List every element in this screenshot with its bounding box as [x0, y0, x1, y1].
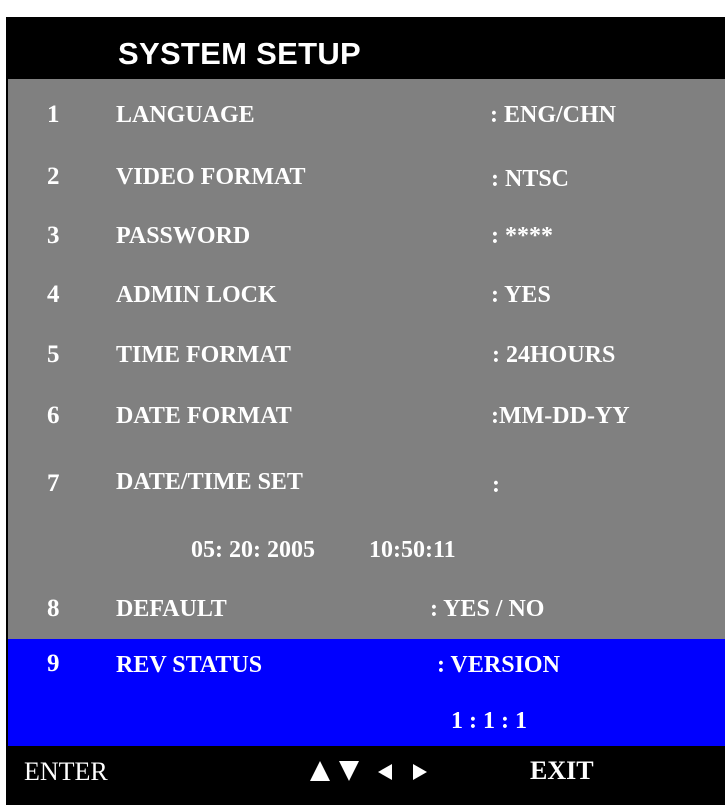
item-number: 4	[47, 281, 60, 308]
exit-button[interactable]: EXIT	[530, 756, 594, 786]
osd-screen: SYSTEM SETUP 1 LANGUAGE : ENG/CHN 2 VIDE…	[6, 17, 725, 805]
item-value: :	[492, 472, 500, 498]
item-value: : YES	[491, 282, 551, 308]
arrow-up-icon[interactable]	[309, 760, 331, 782]
item-number: 1	[47, 101, 60, 128]
item-number: 8	[47, 595, 60, 622]
item-label: VIDEO FORMAT	[116, 164, 306, 190]
item-value: : ENG/CHN	[490, 102, 616, 128]
item-number: 6	[47, 402, 60, 429]
version-value: 1 : 1 : 1	[451, 708, 527, 734]
item-label: REV STATUS	[116, 652, 263, 678]
item-label: PASSWORD	[116, 223, 251, 249]
item-value: : YES / NO	[430, 596, 545, 622]
item-value: : 24HOURS	[492, 342, 616, 368]
item-label: DEFAULT	[116, 596, 227, 622]
enter-button[interactable]: ENTER	[24, 757, 108, 787]
item-label: ADMIN LOCK	[116, 282, 277, 308]
item-number: 7	[47, 470, 60, 497]
date-value[interactable]: 05: 20: 2005	[191, 537, 315, 564]
item-value: :MM-DD-YY	[491, 403, 630, 429]
arrow-down-icon[interactable]	[338, 760, 360, 782]
item-number: 9	[47, 650, 60, 677]
item-label: TIME FORMAT	[116, 342, 291, 368]
time-value[interactable]: 10:50:11	[369, 537, 456, 564]
item-number: 2	[47, 163, 60, 190]
item-value: : ****	[491, 223, 553, 249]
item-value: : VERSION	[437, 652, 560, 678]
page-title: SYSTEM SETUP	[118, 36, 362, 71]
item-label: DATE FORMAT	[116, 403, 292, 429]
item-value: : NTSC	[491, 166, 570, 192]
item-number: 3	[47, 222, 60, 249]
item-number: 5	[47, 341, 60, 368]
item-label: LANGUAGE	[116, 102, 255, 128]
arrow-left-icon[interactable]	[377, 763, 393, 781]
item-label: DATE/TIME SET	[116, 469, 303, 495]
arrow-right-icon[interactable]	[412, 763, 428, 781]
